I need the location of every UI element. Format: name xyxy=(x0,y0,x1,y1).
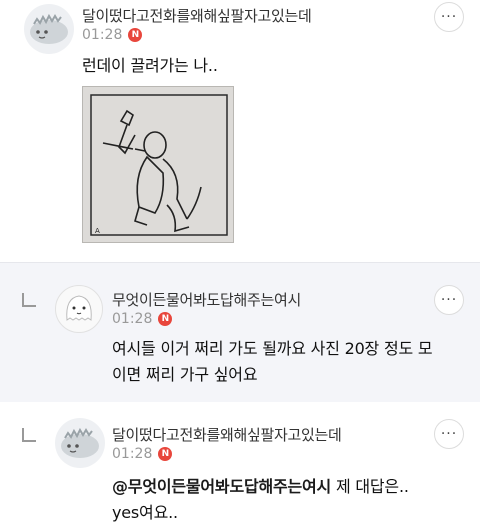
svg-text:A: A xyxy=(95,227,100,235)
comment-time: 01:28 xyxy=(112,311,153,327)
avatar[interactable] xyxy=(55,418,105,468)
comment-meta: 01:28 N xyxy=(82,27,143,43)
comment-text: 여시들 이거 쩌리 가도 될까요 사진 20장 정도 모 이면 쩌리 가구 싶어… xyxy=(112,336,442,388)
author-name[interactable]: 무엇이든물어봐도답해주는여시 xyxy=(112,289,301,310)
comment-time: 01:28 xyxy=(82,27,123,43)
author-name[interactable]: 달이떴다고전화를왜해싶팔자고있는데 xyxy=(82,5,312,26)
comment-text-line: 이면 쩌리 가구 싶어요 xyxy=(112,365,258,384)
comment-meta: 01:28 N xyxy=(112,311,173,327)
sketch-illustration: A xyxy=(83,87,233,242)
reply-comment-item: 무엇이든물어봐도답해주는여시 01:28 N ··· 여시들 이거 쩌리 가도 … xyxy=(0,262,480,403)
comment-item: 달이떴다고전화를왜해싶팔자고있는데 01:28 N ··· 런데이 끌려가는 나… xyxy=(0,0,480,262)
reply-arrow-icon xyxy=(22,293,36,307)
new-badge: N xyxy=(128,28,143,42)
comment-meta: 01:28 N xyxy=(112,446,173,462)
comment-text: @무엇이든물어봐도답해주는여시 제 대답은.. yes여요.. xyxy=(112,474,442,526)
more-options-button[interactable]: ··· xyxy=(434,285,464,315)
comment-text-line: yes여요.. xyxy=(112,503,178,522)
more-options-button[interactable]: ··· xyxy=(434,2,464,32)
reply-arrow-icon xyxy=(22,428,36,442)
dinosaur-icon xyxy=(30,13,68,44)
new-badge: N xyxy=(158,447,173,461)
dinosaur-icon xyxy=(61,427,99,458)
comment-text-line: 여시들 이거 쩌리 가도 될까요 사진 20장 정도 모 xyxy=(112,339,433,358)
more-options-button[interactable]: ··· xyxy=(434,419,464,449)
avatar[interactable] xyxy=(24,4,74,54)
reply-comment-item: 달이떴다고전화를왜해싶팔자고있는데 01:28 N ··· @무엇이든물어봐도답… xyxy=(0,402,480,528)
mention-link[interactable]: @무엇이든물어봐도답해주는여시 xyxy=(112,477,331,496)
comment-text-line: @무엇이든물어봐도답해주는여시 제 대답은.. xyxy=(112,474,442,500)
comment-text: 런데이 끌려가는 나.. xyxy=(82,56,218,75)
comment-text-fragment: 제 대답은.. xyxy=(335,477,409,496)
ghost-face-icon xyxy=(66,295,92,321)
comment-time: 01:28 xyxy=(112,446,153,462)
attached-image[interactable]: A xyxy=(82,86,234,243)
avatar[interactable] xyxy=(55,285,103,333)
new-badge: N xyxy=(158,312,173,326)
author-name[interactable]: 달이떴다고전화를왜해싶팔자고있는데 xyxy=(112,424,342,445)
